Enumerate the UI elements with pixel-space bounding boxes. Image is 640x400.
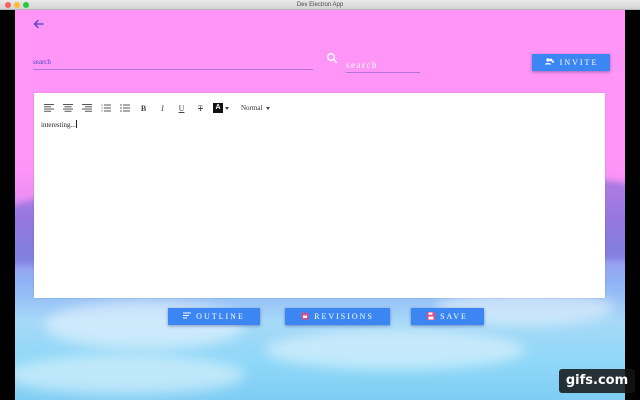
title-bar: Dev Electron App [0,0,640,10]
background-cloud [265,330,525,370]
chevron-down-icon [225,106,229,110]
outline-button[interactable]: OUTLINE [168,308,260,325]
revisions-button-label: REVISIONS [314,312,374,321]
chevron-down-icon [266,106,271,110]
save-button-label: SAVE [440,312,468,321]
ordered-list-icon[interactable] [99,102,112,115]
underline-icon[interactable]: U [175,102,188,115]
align-right-icon[interactable] [80,102,93,115]
bullet-list-icon[interactable] [118,102,131,115]
background-cloud [15,355,245,395]
outline-button-label: OUTLINE [196,312,245,321]
font-size-value: Normal [241,104,263,112]
editor-text: interesting... [41,121,76,129]
editor-text-area[interactable]: interesting... [41,120,596,290]
user-search-input[interactable] [346,57,420,73]
rich-text-editor: B I U T A Normal interesting... [34,93,605,298]
strikethrough-icon[interactable]: T [194,102,207,115]
subject-icon [183,312,192,321]
add-group-icon [544,58,555,67]
floppy-disk-icon [427,311,436,322]
text-color-icon[interactable]: A [213,103,231,113]
italic-icon[interactable]: I [156,102,169,115]
save-button[interactable]: SAVE [411,308,484,325]
window-title: Dev Electron App [296,2,344,8]
editor-toolbar: B I U T A Normal [42,101,271,115]
app-window: Dev Electron App search search INVITE B … [0,0,640,400]
back-arrow-icon[interactable] [32,17,46,31]
align-left-icon[interactable] [42,102,55,115]
search-icon[interactable] [326,51,338,64]
text-cursor [75,120,77,128]
bold-icon[interactable]: B [137,102,150,115]
text-color-label: A [213,103,223,113]
document-search-input[interactable] [33,54,313,70]
invite-button[interactable]: INVITE [532,54,610,71]
revisions-button[interactable]: REVISIONS [285,308,390,325]
invite-button-label: INVITE [559,58,599,67]
app-content: INVITE B I [15,10,625,400]
align-center-icon[interactable] [61,102,74,115]
gifs-watermark: gifs.com [559,369,635,393]
font-size-select[interactable]: Normal [241,104,271,112]
calendar-icon [301,311,309,322]
